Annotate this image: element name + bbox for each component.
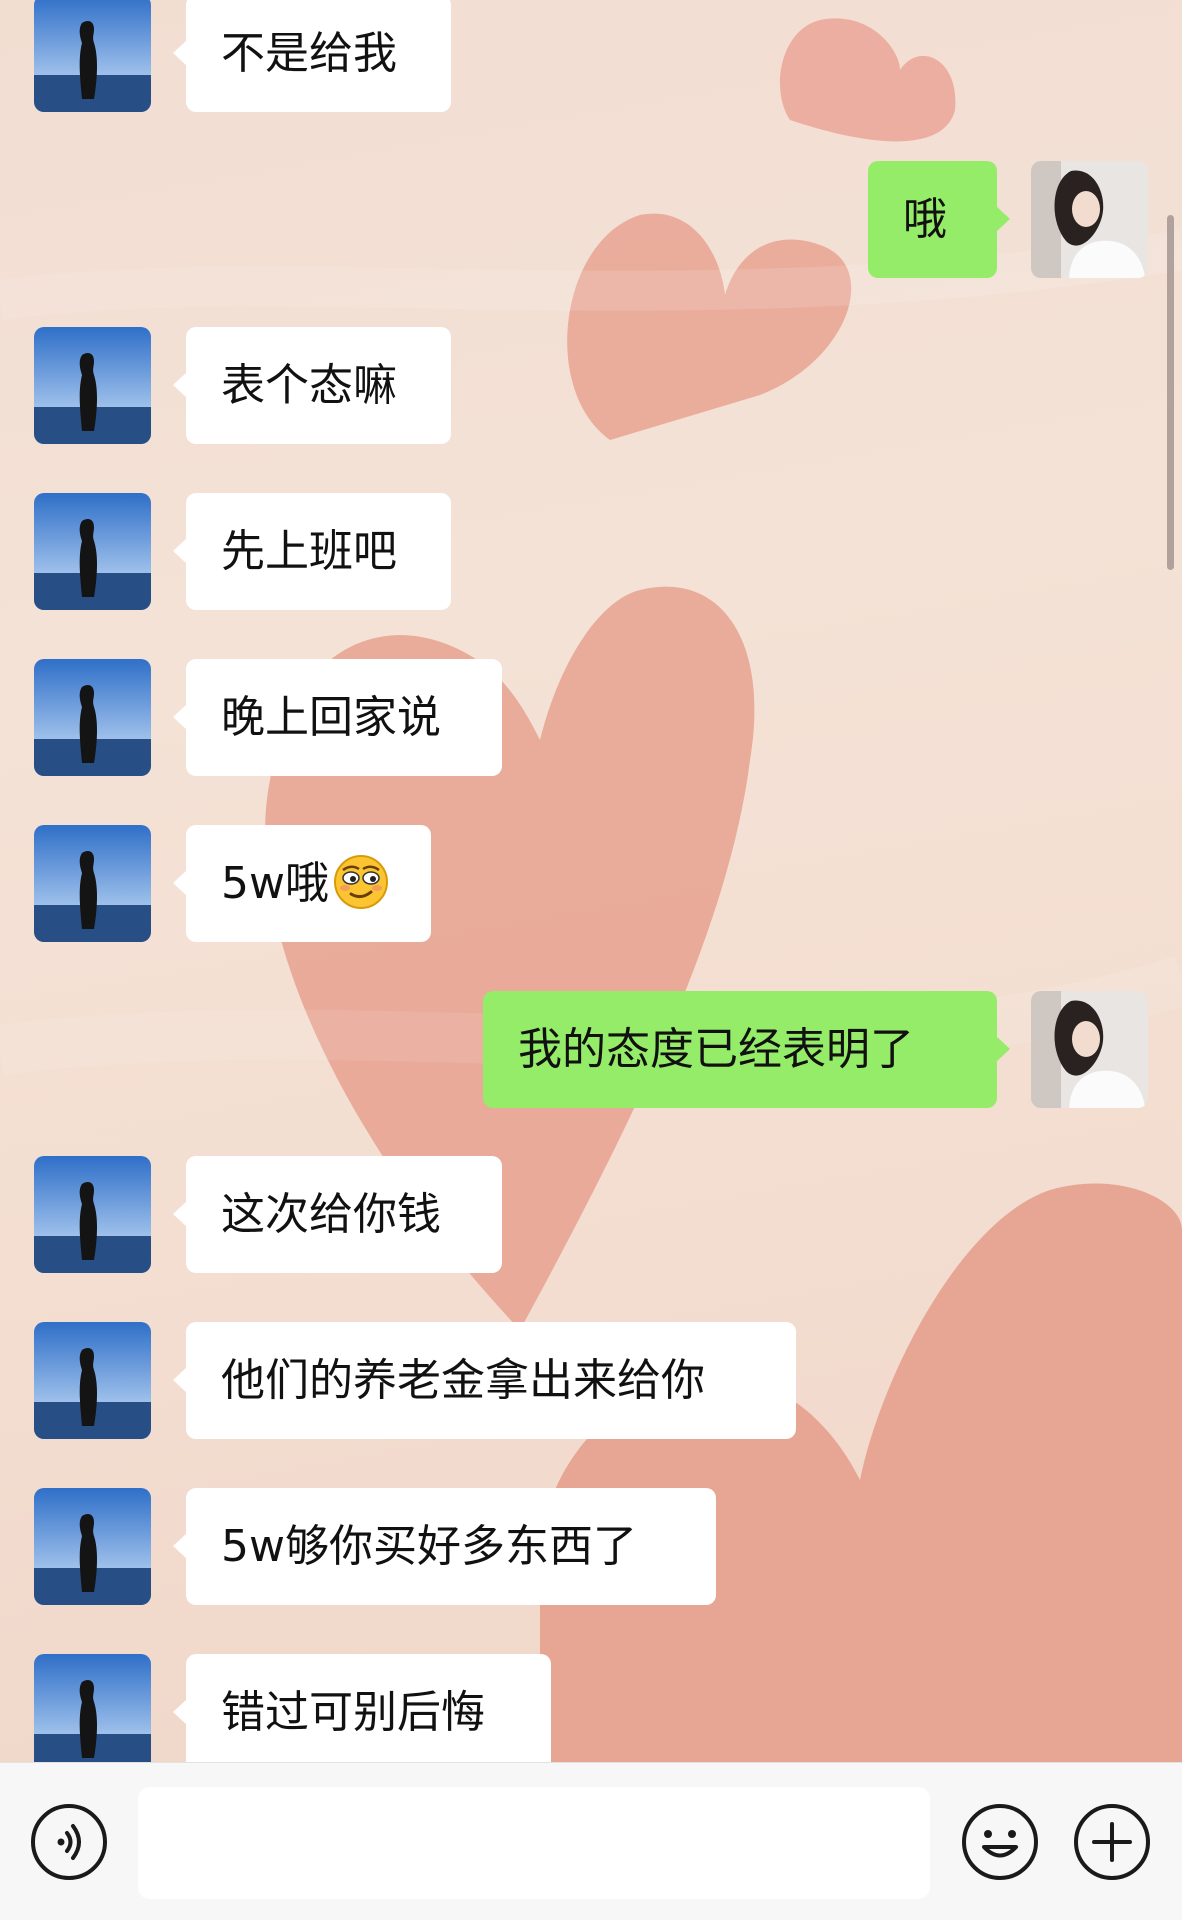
message-bubble[interactable]: 哦: [868, 161, 1010, 278]
contact-avatar-image: [34, 327, 151, 444]
contact-avatar[interactable]: [34, 1322, 151, 1439]
message-bubble[interactable]: 表个态嘛: [173, 327, 451, 444]
message-bubble[interactable]: 晚上回家说: [173, 659, 502, 776]
contact-avatar-image: [34, 1654, 151, 1762]
message-text: 表个态嘛: [221, 360, 397, 411]
heart-shape-bottom: [540, 1183, 1182, 1762]
contact-avatar-image: [34, 1156, 151, 1273]
emoji-icon[interactable]: [960, 1802, 1040, 1882]
contact-avatar[interactable]: [34, 1488, 151, 1605]
contact-avatar[interactable]: [34, 659, 151, 776]
message-bubble[interactable]: 5w哦: [173, 825, 431, 942]
plus-icon[interactable]: [1072, 1802, 1152, 1882]
contact-avatar-image: [34, 1488, 151, 1605]
user-avatar-image: [1031, 161, 1148, 278]
voice-icon[interactable]: [29, 1802, 109, 1882]
contact-avatar[interactable]: [34, 0, 151, 112]
scrollbar[interactable]: [1167, 215, 1174, 570]
contact-avatar[interactable]: [34, 1654, 151, 1762]
heart-shape-mid: [567, 213, 852, 440]
message-bubble[interactable]: 错过可别后悔: [173, 1654, 551, 1762]
user-avatar[interactable]: [1031, 161, 1148, 278]
message-bubble[interactable]: 他们的养老金拿出来给你: [173, 1322, 796, 1439]
message-text: 先上班吧: [221, 526, 397, 577]
contact-avatar[interactable]: [34, 327, 151, 444]
contact-avatar-image: [34, 825, 151, 942]
message-text: 晚上回家说: [221, 692, 441, 743]
contact-avatar-image: [34, 0, 151, 112]
message-text: 错过可别后悔: [221, 1687, 485, 1738]
contact-avatar[interactable]: [34, 825, 151, 942]
message-bubble[interactable]: 5w够你买好多东西了: [173, 1488, 716, 1605]
user-avatar-image: [1031, 991, 1148, 1108]
contact-avatar-image: [34, 493, 151, 610]
message-bubble[interactable]: 不是给我: [173, 0, 451, 112]
message-text: 5w够你买好多东西了: [221, 1521, 637, 1572]
message-text: 哦: [903, 194, 947, 245]
input-bar: [0, 1762, 1182, 1920]
contact-avatar[interactable]: [34, 493, 151, 610]
heart-shape-top: [780, 18, 956, 142]
message-text: 5w哦: [221, 858, 329, 909]
user-avatar[interactable]: [1031, 991, 1148, 1108]
message-bubble[interactable]: 这次给你钱: [173, 1156, 502, 1273]
chat-area[interactable]: 不是给我 哦 表个态嘛 先上班吧 晚上回家说 5w哦 我的态度已经表明了 这次给…: [0, 0, 1182, 1762]
message-text: 他们的养老金拿出来给你: [221, 1355, 705, 1406]
contact-avatar-image: [34, 659, 151, 776]
message-text: 这次给你钱: [221, 1189, 441, 1240]
message-text: 不是给我: [221, 28, 397, 79]
message-text: 我的态度已经表明了: [518, 1024, 914, 1075]
contact-avatar-image: [34, 1322, 151, 1439]
message-bubble[interactable]: 先上班吧: [173, 493, 451, 610]
message-input[interactable]: [138, 1787, 930, 1899]
smirk-face-emoji: [333, 855, 388, 909]
contact-avatar[interactable]: [34, 1156, 151, 1273]
message-bubble[interactable]: 我的态度已经表明了: [483, 991, 1010, 1108]
